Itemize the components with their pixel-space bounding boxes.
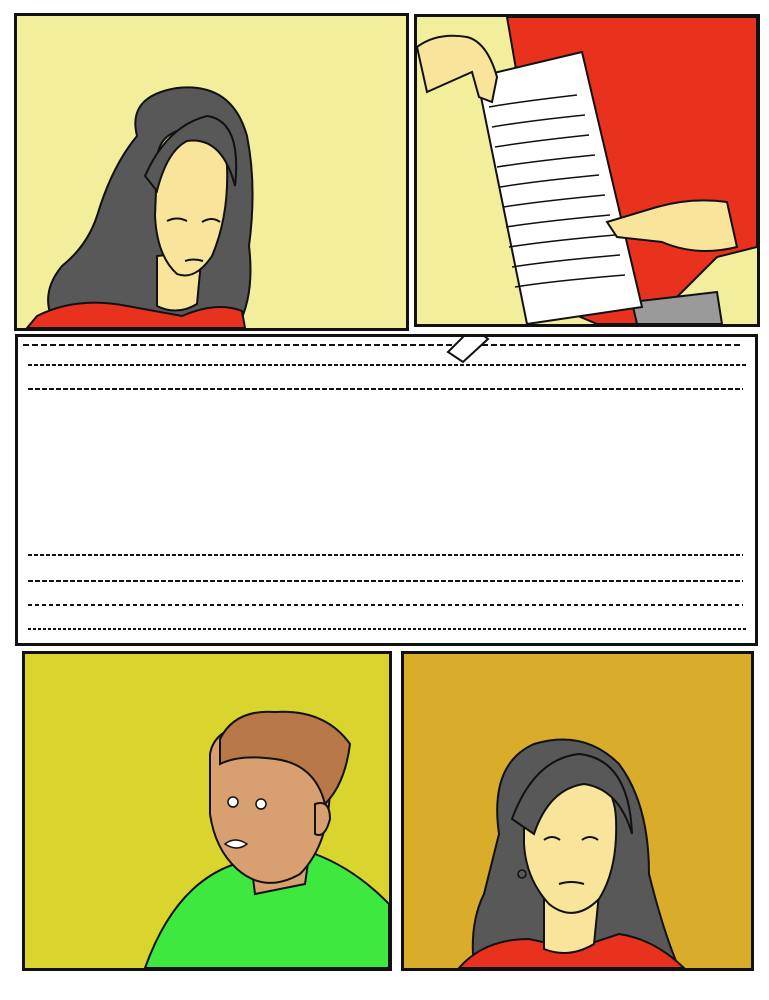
document-held-panel — [414, 14, 760, 327]
document-closeup-illustration — [18, 337, 755, 643]
woman-closeup-panel — [401, 651, 754, 971]
man-reaction-panel — [22, 651, 392, 971]
woman-portrait-illustration — [17, 16, 406, 328]
man-reaction-illustration — [25, 654, 389, 968]
document-held-illustration — [417, 17, 757, 324]
woman-closeup-illustration — [404, 654, 751, 968]
document-closeup-panel — [15, 334, 758, 646]
woman-portrait-panel — [14, 13, 409, 331]
